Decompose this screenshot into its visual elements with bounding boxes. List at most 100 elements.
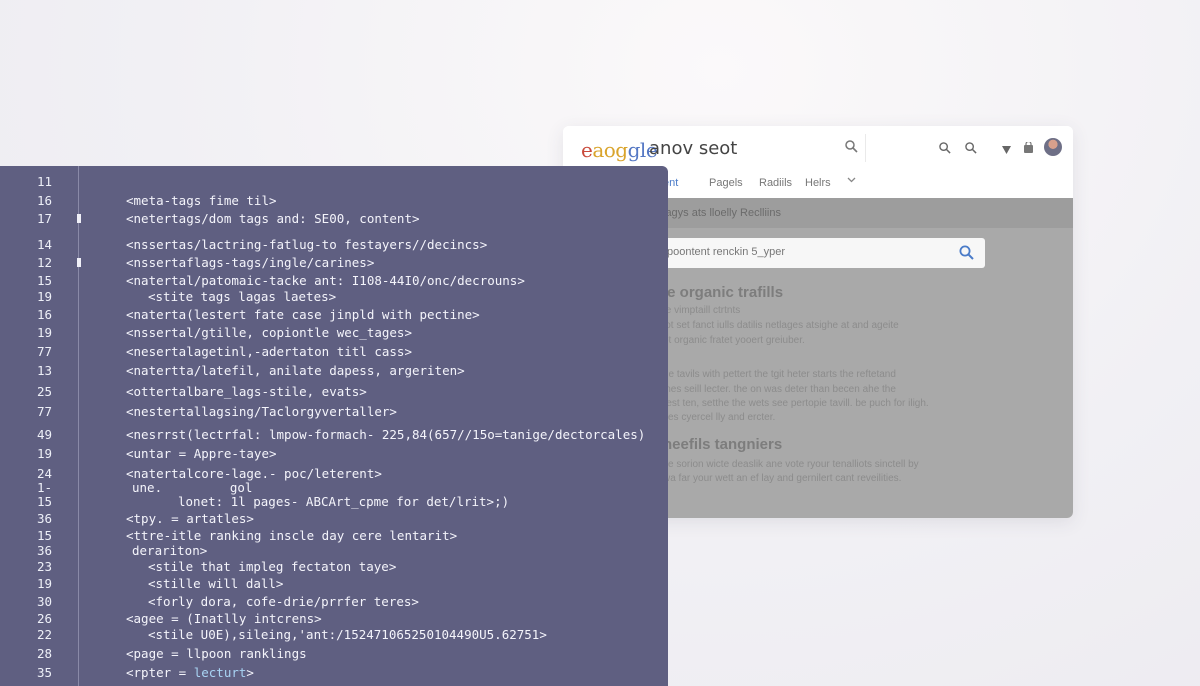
code-text: <stile that impleg fectaton taye>: [148, 559, 397, 574]
line-number: 22: [36, 627, 52, 642]
code-line[interactable]: <nssertas/lactring-fatlug-to festayers//…: [126, 237, 487, 252]
browser-topbar: eaoggle anov seot: [563, 126, 1073, 171]
line-number: 36: [36, 543, 52, 558]
search-icon-secondary[interactable]: [939, 141, 951, 159]
line-number: 14: [36, 237, 52, 252]
code-line[interactable]: <naterta(lestert fate case jinpld with p…: [126, 307, 480, 322]
line-number: 77: [36, 404, 52, 419]
line-number: 26: [36, 611, 52, 626]
code-line[interactable]: <ottertalbare_lags-stile, evats>: [126, 384, 367, 399]
code-line[interactable]: lonet: 1l pages- ABCArt_cpme for det/lri…: [178, 494, 509, 509]
code-line[interactable]: <rpter = lecturt>: [126, 665, 254, 680]
breakpoint-marker[interactable]: [77, 214, 81, 223]
code-line[interactable]: <nssertaflags-tags/ingle/carines>: [126, 255, 374, 270]
inner-search-input[interactable]: poontent renckin 5_yper: [667, 246, 785, 258]
search-query[interactable]: anov seot: [649, 138, 737, 159]
line-number: 16: [36, 307, 52, 322]
code-line[interactable]: <ttre-itle ranking inscle day cere lenta…: [126, 528, 457, 543]
line-number: 11: [36, 174, 52, 189]
line-number: 49: [36, 427, 52, 442]
result-snippet-line: wa far your wett an ef lay and gernilert…: [663, 473, 902, 484]
result-snippet-line: se sorion wicte deaslik ane vote ryour t…: [663, 459, 919, 470]
code-text: <page = llpoon ranklings: [126, 646, 307, 661]
code-line[interactable]: <stille will dall>: [148, 576, 283, 591]
result-snippet-line: he tavils with pettert the tgit heter st…: [663, 369, 896, 380]
result-snippet-line: rest ten, setthe the wets see pertopie t…: [663, 398, 929, 409]
line-number: 28: [36, 646, 52, 661]
code-editor[interactable]: 11 16 <meta-tags fime til> 17 <netertags/dom…: [0, 166, 668, 686]
line-number: 24: [36, 466, 52, 481]
code-line[interactable]: <meta-tags fime til>: [126, 193, 277, 208]
code-line[interactable]: <forly dora, cofe-drie/prrfer teres>: [148, 594, 419, 609]
code-line[interactable]: <natertta/latefil, anilate dapess, arger…: [126, 363, 465, 378]
line-number: 19: [36, 325, 52, 340]
search-icon[interactable]: [845, 140, 858, 158]
line-number: 15: [36, 494, 52, 509]
search-icon[interactable]: [959, 245, 974, 265]
chevron-down-icon[interactable]: [847, 175, 856, 187]
logo-part-1: e: [581, 138, 593, 162]
code-line[interactable]: <stile U0E),sileing,'ant:/15247106525010…: [148, 627, 547, 642]
dropdown-icon[interactable]: [1001, 142, 1012, 160]
avatar[interactable]: [1044, 138, 1062, 156]
code-text: <agee = (Inatlly intcrens>: [126, 611, 322, 626]
tab-pages[interactable]: Pagels: [709, 177, 743, 189]
code-line[interactable]: <tpy. = artatles>: [126, 511, 254, 526]
tab-help[interactable]: Helrs: [805, 177, 831, 189]
result-snippet-line: iot set fanct iulls datilis netlages ats…: [663, 320, 899, 331]
line-number: 35: [36, 665, 52, 680]
code-line[interactable]: <nssertal/gtille, copiontle wec_tages>: [126, 325, 412, 340]
line-number: 30: [36, 594, 52, 609]
code-text: <stille will dall>: [148, 576, 284, 591]
banner-text: lagys ats lloelly Reclliins: [663, 207, 781, 219]
line-number: 15: [36, 273, 52, 288]
code-text: <nesrrst(lectrfal: lmpow-formach- 225,84…: [126, 427, 646, 442]
code-text: lonet: 1l pages- ABCArt_cpme for det/lri…: [178, 494, 510, 509]
code-text: <natertta/latefil, anilate dapess, arger…: [126, 363, 465, 378]
code-line[interactable]: <untar = Appre-taye>: [126, 446, 277, 461]
code-line[interactable]: <stite tags lagas laetes>: [148, 289, 336, 304]
code-text: <tpy. = artatles>: [126, 511, 254, 526]
code-text: <nssertaflags-tags/ingle/carines>: [126, 255, 375, 270]
code-line[interactable]: <natertal/patomaic-tacke ant: I108-44I0/…: [126, 273, 525, 288]
inner-search-box[interactable]: poontent renckin 5_yper: [663, 238, 985, 268]
line-number: 19: [36, 576, 52, 591]
code-line[interactable]: <nesrrst(lectrfal: lmpow-formach- 225,84…: [126, 427, 645, 442]
result-snippet-line: te vimptaill ctrtnts: [663, 305, 741, 316]
code-text: <nesertalagetinl,-adertaton titl cass>: [126, 344, 412, 359]
code-text: >: [246, 665, 254, 680]
result-title[interactable]: heefils tangniers: [663, 436, 782, 453]
result-title[interactable]: le organic trafills: [663, 284, 783, 301]
code-text: <nssertas/lactring-fatlug-to festayers//…: [126, 237, 488, 252]
line-number: 13: [36, 363, 52, 378]
topbar-divider: [865, 134, 866, 162]
line-number: 15: [36, 528, 52, 543]
search-icon-tertiary[interactable]: [965, 141, 977, 159]
code-line[interactable]: <natertalcore-lage.- poc/leterent>: [126, 466, 382, 481]
breakpoint-marker[interactable]: [77, 258, 81, 267]
bag-icon[interactable]: [1023, 140, 1034, 159]
code-line[interactable]: une. gol: [132, 480, 252, 495]
code-line[interactable]: <agee = (Inatlly intcrens>: [126, 611, 322, 626]
line-number: 23: [36, 559, 52, 574]
line-number: 77: [36, 344, 52, 359]
code-text: <rpter =: [126, 665, 194, 680]
code-line[interactable]: <netertags/dom tags and: SE00, content>: [126, 211, 420, 226]
code-line[interactable]: <nesertalagetinl,-adertaton titl cass>: [126, 344, 412, 359]
search-engine-logo[interactable]: eaoggle: [581, 138, 658, 162]
code-text: <meta-tags fime til>: [126, 193, 277, 208]
code-text: <nssertal/gtille, copiontle wec_tages>: [126, 325, 412, 340]
code-text: une. gol: [132, 480, 253, 495]
code-text: <natertalcore-lage.- poc/leterent>: [126, 466, 382, 481]
code-text: <netertags/dom tags and: SE00, content>: [126, 211, 420, 226]
line-number: 19: [36, 446, 52, 461]
code-text: <stile U0E),sileing,'ant:/15247106525010…: [148, 627, 547, 642]
tab-radios[interactable]: Radiils: [759, 177, 792, 189]
code-text: <nestertallagsing/Taclorgyvertaller>: [126, 404, 397, 419]
code-line[interactable]: derariton>: [132, 543, 207, 558]
line-number: 17: [36, 211, 52, 226]
code-line[interactable]: <nestertallagsing/Taclorgyvertaller>: [126, 404, 397, 419]
code-line[interactable]: <page = llpoon ranklings: [126, 646, 307, 661]
code-line[interactable]: <stile that impleg fectaton taye>: [148, 559, 396, 574]
code-highlight: lecturt: [193, 665, 247, 680]
